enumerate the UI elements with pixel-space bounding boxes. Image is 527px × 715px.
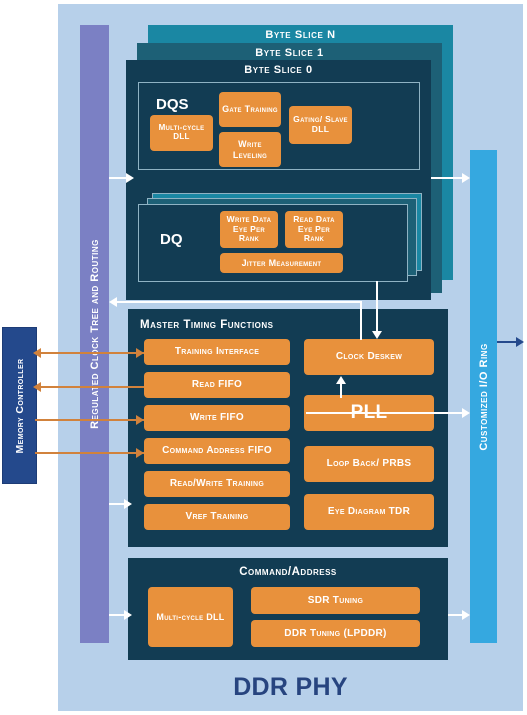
command-address-title: Command/Address bbox=[239, 566, 337, 578]
eye-diagram-tdr-block[interactable]: Eye Diagram TDR bbox=[304, 494, 434, 530]
ca-multi-cycle-dll-block[interactable]: Multi-cycle DLL bbox=[148, 587, 233, 647]
dq-write-data-eye-block[interactable]: Write Data Eye Per Rank bbox=[220, 211, 278, 248]
training-interface-bus-line bbox=[40, 352, 144, 354]
clocktree-to-mtf-line bbox=[109, 503, 124, 505]
ca-to-ioring-arrow-icon bbox=[462, 610, 470, 620]
write-fifo-bus-line bbox=[35, 419, 144, 421]
clocktree-to-byteslice-arrow-icon bbox=[126, 173, 134, 183]
byteslice-to-clockdeskew-line bbox=[376, 281, 378, 332]
ddr-phy-title: DDR PHY bbox=[233, 672, 348, 701]
byteslice-feedback-arrow-icon bbox=[109, 297, 117, 307]
read-fifo-bus-line bbox=[40, 386, 144, 388]
clocktree-to-byteslice-line bbox=[109, 177, 126, 179]
read-fifo-block[interactable]: Read FIFO bbox=[144, 372, 290, 398]
byteslice-feedback-horizontal-line bbox=[117, 301, 362, 303]
regulated-clock-tree-label: Regulated Clock Tree and Routing bbox=[88, 239, 101, 429]
command-address-panel: Command/Address Multi-cycle DLL SDR Tuni… bbox=[128, 558, 448, 660]
byteslice-feedback-vertical-line bbox=[360, 301, 362, 340]
ca-to-ioring-line bbox=[448, 614, 463, 616]
dqs-gate-training-block[interactable]: Gate Training bbox=[219, 92, 281, 127]
customized-io-ring-label: Customized I/O Ring bbox=[477, 342, 490, 451]
dqs-group-title: DQS bbox=[156, 96, 189, 113]
dq-read-data-eye-block[interactable]: Read Data Eye Per Rank bbox=[285, 211, 343, 248]
write-fifo-bus-arrow-icon bbox=[136, 415, 144, 425]
ddr-phy-block-diagram: Byte Slice N Byte Slice 1 Byte Slice 0 D… bbox=[0, 0, 527, 715]
training-interface-bus-arrow-right-icon bbox=[136, 348, 144, 358]
dqs-write-leveling-block[interactable]: Write Leveling bbox=[219, 132, 281, 167]
byteslice-to-ioring-arrow-icon bbox=[462, 173, 470, 183]
ioring-external-arrow-icon bbox=[516, 337, 524, 347]
master-timing-functions-panel: Master Timing Functions Training Interfa… bbox=[128, 309, 448, 547]
command-address-fifo-bus-arrow-icon bbox=[136, 448, 144, 458]
clocktree-to-mtf-arrow-icon bbox=[124, 499, 132, 509]
clock-deskew-block[interactable]: Clock Deskew bbox=[304, 339, 434, 375]
memory-controller-block[interactable]: Memory Controller bbox=[2, 327, 37, 484]
dq-group-title: DQ bbox=[160, 231, 183, 248]
dqs-multi-cycle-dll-block[interactable]: Multi-cycle DLL bbox=[150, 115, 213, 151]
byte-slice-1-label: Byte Slice 1 bbox=[255, 47, 324, 59]
byteslice-to-clockdeskew-arrow-icon bbox=[372, 331, 382, 339]
byte-slice-0-label: Byte Slice 0 bbox=[244, 64, 313, 76]
command-address-fifo-bus-line bbox=[35, 452, 144, 454]
ddr-tuning-lpddr-block[interactable]: DDR Tuning (LPDDR) bbox=[251, 620, 420, 647]
pll-to-ioring-arrow-icon bbox=[462, 408, 470, 418]
dq-jitter-measurement-block[interactable]: Jitter Measurement bbox=[220, 253, 343, 273]
regulated-clock-tree-bar[interactable]: Regulated Clock Tree and Routing bbox=[80, 25, 109, 643]
customized-io-ring-bar[interactable]: Customized I/O Ring bbox=[470, 150, 497, 643]
master-timing-functions-title: Master Timing Functions bbox=[140, 319, 274, 331]
clocktree-to-ca-line bbox=[109, 614, 124, 616]
sdr-tuning-block[interactable]: SDR Tuning bbox=[251, 587, 420, 614]
byte-slice-0[interactable]: Byte Slice 0 DQS Multi-cycle DLL Gate Tr… bbox=[126, 60, 431, 300]
vref-training-block[interactable]: Vref Training bbox=[144, 504, 290, 530]
pll-to-ioring-line bbox=[306, 412, 463, 414]
byte-slice-n-label: Byte Slice N bbox=[265, 29, 336, 41]
clocktree-to-ca-arrow-icon bbox=[124, 610, 132, 620]
dqs-gating-slave-dll-block[interactable]: Gating/ Slave DLL bbox=[289, 106, 352, 144]
command-address-fifo-block[interactable]: Command Address FIFO bbox=[144, 438, 290, 464]
pll-to-clockdeskew-arrow-icon bbox=[336, 376, 346, 384]
read-write-training-block[interactable]: Read/Write Training bbox=[144, 471, 290, 497]
write-fifo-block[interactable]: Write FIFO bbox=[144, 405, 290, 431]
byteslice-to-ioring-line bbox=[431, 177, 463, 179]
memory-controller-label: Memory Controller bbox=[13, 357, 26, 454]
training-interface-bus-arrow-left-icon bbox=[33, 348, 41, 358]
training-interface-block[interactable]: Training Interface bbox=[144, 339, 290, 365]
read-fifo-bus-arrow-icon bbox=[33, 382, 41, 392]
loop-back-prbs-block[interactable]: Loop Back/ PRBS bbox=[304, 446, 434, 482]
